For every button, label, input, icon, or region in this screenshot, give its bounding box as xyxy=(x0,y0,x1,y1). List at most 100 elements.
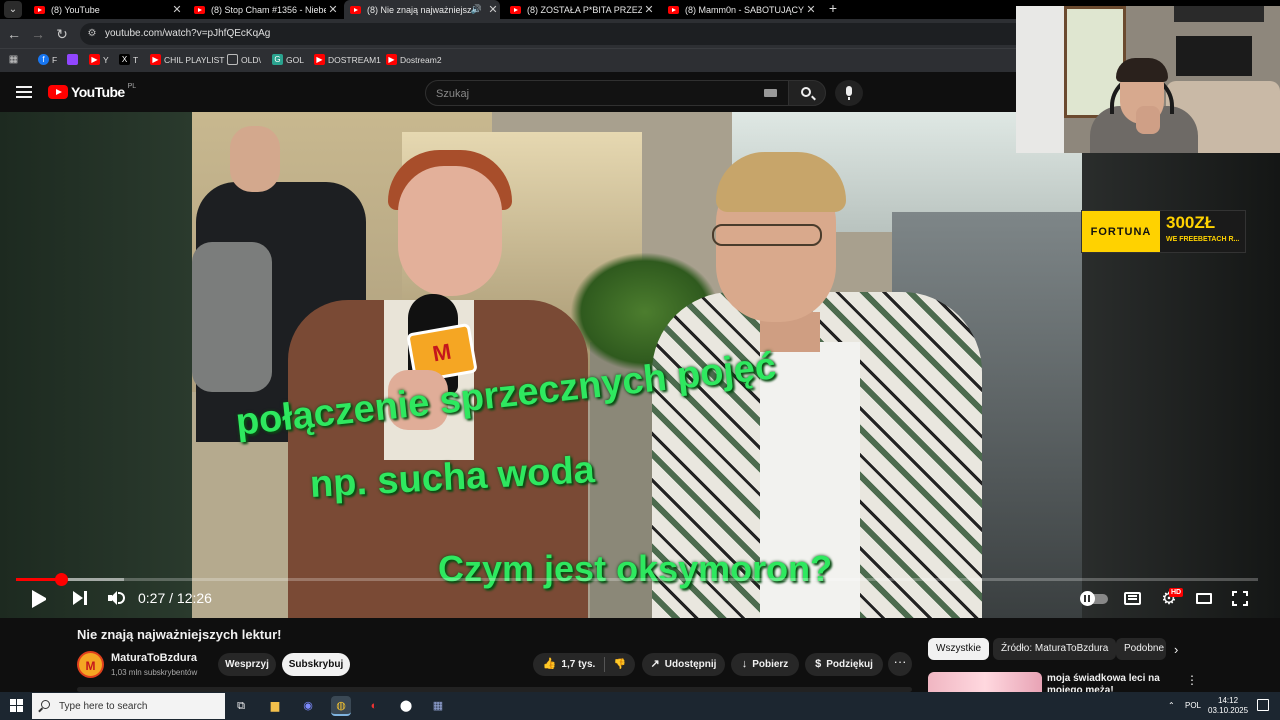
close-tab-icon[interactable]: ✕ xyxy=(804,3,818,16)
forward-arrow-icon[interactable]: → xyxy=(28,24,48,44)
dislike-button[interactable]: 👎 xyxy=(605,653,635,676)
task-view-icon[interactable]: ⧉ xyxy=(231,696,251,716)
keyboard-icon[interactable] xyxy=(764,89,777,97)
channel-name[interactable]: MaturaToBzdura xyxy=(111,652,197,664)
new-tab-button[interactable]: + xyxy=(826,0,840,19)
close-tab-icon[interactable]: ✕ xyxy=(486,3,500,16)
like-button[interactable]: 👍 1,7 tys. xyxy=(533,653,605,676)
chrome-icon[interactable]: ◍ xyxy=(331,696,351,716)
search-input[interactable] xyxy=(436,86,756,101)
tab-audio-icon[interactable]: 🔊 xyxy=(471,4,482,15)
theater-mode-icon[interactable] xyxy=(1196,593,1212,604)
bookmark-facebook[interactable]: fF xyxy=(38,54,57,65)
reload-icon[interactable]: ↻ xyxy=(52,24,72,44)
recommended-thumbnail[interactable] xyxy=(928,672,1042,692)
youtube-favicon-icon xyxy=(510,5,521,14)
menu-hamburger-icon[interactable] xyxy=(16,86,32,98)
subtitles-icon[interactable] xyxy=(1124,592,1141,605)
tab-zostala[interactable]: (8) ZOSTAŁA P*BITA PRZEZ PATO ✕ xyxy=(504,0,656,19)
ad-brand: FORTUNA xyxy=(1082,211,1160,252)
thanks-button[interactable]: $ Podziękuj xyxy=(805,653,883,676)
search-icon xyxy=(801,87,811,97)
taskbar-search[interactable]: Type here to search xyxy=(32,693,225,719)
search-button[interactable] xyxy=(788,80,826,106)
site-info-icon[interactable]: ⚙ xyxy=(86,28,98,40)
chip-all[interactable]: Wszystkie xyxy=(928,638,989,660)
thumbs-up-icon: 👍 xyxy=(542,658,557,670)
download-button[interactable]: ↓ Pobierz xyxy=(731,653,799,676)
bookmark-label: T xyxy=(133,54,139,65)
bookmark-chil-playlist[interactable]: ▶ CHIL PLAYLIST xyxy=(150,54,224,65)
tray-expand-icon[interactable]: ⌃ xyxy=(1168,701,1175,710)
fortuna-ad-banner[interactable]: FORTUNA 300ZŁ WE FREEBETACH R... xyxy=(1081,210,1246,253)
apps-grid-icon[interactable]: ▦ xyxy=(8,54,22,65)
url-text[interactable]: youtube.com/watch?v=pJhfQEcKqAg xyxy=(105,28,270,39)
close-tab-icon[interactable]: ✕ xyxy=(326,3,340,16)
video-frame[interactable]: M połączenie sprzecznych pojęć np. sucha… xyxy=(192,112,1082,618)
bookmark-youtube[interactable]: ▶ Y xyxy=(89,54,109,65)
tab-search-button[interactable]: ⌄ xyxy=(4,1,22,18)
progress-bar[interactable] xyxy=(16,573,1258,586)
time-display: 0:27 / 12:26 xyxy=(138,590,212,606)
microphone-icon xyxy=(846,86,852,100)
chip-from-channel[interactable]: Źródło: MaturaToBzdura xyxy=(993,638,1117,660)
close-tab-icon[interactable]: ✕ xyxy=(642,3,656,16)
tab-stop-cham[interactable]: (8) Stop Cham #1356 - Niebezpi ✕ xyxy=(188,0,340,19)
chevron-right-icon[interactable]: › xyxy=(1174,642,1178,657)
folder-icon xyxy=(227,54,238,65)
bookmark-gol[interactable]: G GOL xyxy=(272,54,304,65)
tab-title: (8) ZOSTAŁA P*BITA PRZEZ PATO xyxy=(527,4,642,15)
maps-pin-icon[interactable]: ⬤ xyxy=(396,696,416,716)
windows-taskbar: Type here to search ⧉ ▆ ◉ ◍ ◐ ⬤ ▦ ⌃ POL … xyxy=(0,692,1280,720)
video-player[interactable]: M połączenie sprzecznych pojęć np. sucha… xyxy=(0,112,1280,618)
tab-nie-znaja-active[interactable]: (8) Nie znają najważniejszych l 🔊 ✕ xyxy=(344,0,500,19)
bookmark-x[interactable]: XT xyxy=(119,54,138,65)
calculator-icon[interactable]: ▦ xyxy=(428,696,448,716)
next-video-icon[interactable] xyxy=(73,591,87,605)
autoplay-toggle[interactable] xyxy=(1080,591,1108,606)
address-bar[interactable]: ⚙ youtube.com/watch?v=pJhfQEcKqAg xyxy=(80,23,1016,45)
taskbar-clock[interactable]: 14:12 03.10.2025 xyxy=(1208,696,1248,716)
support-button[interactable]: Wesprzyj xyxy=(218,653,276,676)
obs-icon[interactable]: ◐ xyxy=(364,696,384,716)
tab-mamm0n[interactable]: (8) Mamm0n - SABOTUJĄCY MU ✕ xyxy=(662,0,818,19)
hd-badge: HD xyxy=(1169,588,1184,597)
bookmark-label: Dostream2 xyxy=(400,54,442,65)
youtube-logo[interactable]: YouTube PL xyxy=(48,83,136,100)
download-icon: ↓ xyxy=(741,658,748,670)
channel-avatar[interactable]: M xyxy=(77,651,104,678)
tab-youtube[interactable]: (8) YouTube ✕ xyxy=(28,0,184,19)
clock-time: 14:12 xyxy=(1218,696,1239,705)
bookmark-dostream1[interactable]: ▶ DOSTREAM1 xyxy=(314,54,381,65)
ad-tagline: WE FREEBETACH R... xyxy=(1166,236,1240,243)
ambient-glow-right xyxy=(1082,112,1280,618)
search-icon xyxy=(41,700,50,709)
voice-search-button[interactable] xyxy=(835,80,863,106)
file-explorer-icon[interactable]: ▆ xyxy=(265,696,285,716)
youtube-icon: ▶ xyxy=(314,54,325,65)
subscriber-count: 1,03 mln subskrybentów xyxy=(111,668,198,677)
recommended-more-icon[interactable]: ⋮ xyxy=(1186,673,1198,687)
bookmark-folder-old[interactable]: OLD\ xyxy=(227,54,261,65)
youtube-favicon-icon xyxy=(194,5,205,14)
bookmark-twitch[interactable] xyxy=(67,54,81,65)
share-button[interactable]: ↗ Udostępnij xyxy=(642,653,725,676)
fullscreen-icon[interactable] xyxy=(1232,591,1248,606)
scrubber-handle[interactable] xyxy=(54,573,68,586)
thanks-label: Podziękuj xyxy=(826,659,873,670)
subscribe-button[interactable]: Subskrybuj xyxy=(282,653,350,676)
close-tab-icon[interactable]: ✕ xyxy=(170,3,184,16)
thumbs-down-icon: 👎 xyxy=(613,659,627,670)
notifications-icon[interactable] xyxy=(1257,699,1269,711)
more-actions-button[interactable]: ··· xyxy=(888,652,912,676)
windows-start-icon[interactable] xyxy=(10,699,23,712)
discord-icon[interactable]: ◉ xyxy=(298,696,318,716)
video-title: Nie znają najważniejszych lektur! xyxy=(77,627,282,642)
bookmark-dostream2[interactable]: ▶ Dostream2 xyxy=(386,54,442,65)
back-arrow-icon[interactable]: ← xyxy=(4,24,24,44)
play-icon[interactable] xyxy=(32,590,46,608)
chip-related[interactable]: Podobne xyxy=(1116,638,1166,660)
tab-title: (8) Nie znają najważniejszych l xyxy=(367,4,471,15)
youtube-icon: ▶ xyxy=(386,54,397,65)
language-indicator[interactable]: POL xyxy=(1185,701,1201,710)
